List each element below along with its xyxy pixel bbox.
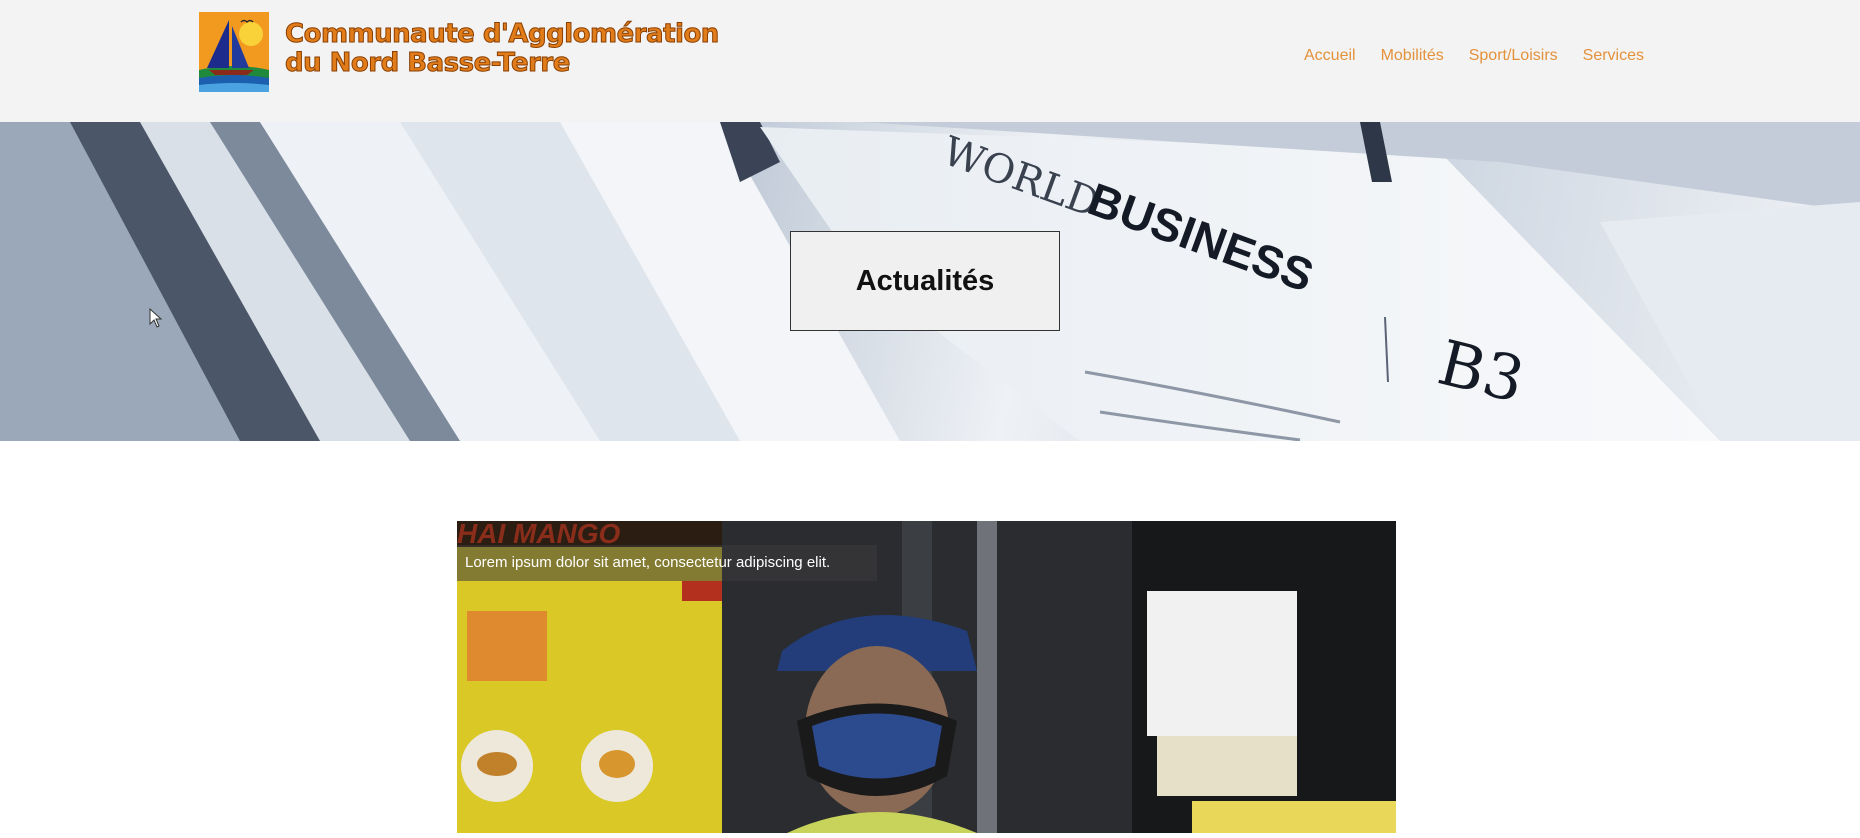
- nav-services[interactable]: Services: [1583, 47, 1644, 65]
- nav-accueil[interactable]: Accueil: [1304, 47, 1356, 65]
- site-header: Communaute d'Agglomération du Nord Basse…: [0, 0, 1860, 122]
- logo-line-2: du Nord Basse-Terre: [285, 48, 571, 78]
- logo-line-1: Communaute d'Agglomération: [285, 19, 720, 49]
- main-nav: Accueil Mobilités Sport/Loisirs Services: [1304, 47, 1644, 65]
- news-card-caption[interactable]: Lorem ipsum dolor sit amet, consectetur …: [457, 545, 877, 581]
- hero-banner: WORLD BUSINESS B3 Actualités: [0, 122, 1860, 441]
- news-card[interactable]: HAI MANGO Lorem ipsum dolor sit amet, co…: [457, 521, 1396, 833]
- logo-text[interactable]: Communaute d'Agglomération du Nord Basse…: [285, 19, 720, 78]
- hero-title-box: Actualités: [790, 231, 1060, 331]
- mouse-cursor-icon: [149, 308, 163, 328]
- page-title: Actualités: [855, 264, 995, 297]
- nav-mobilites[interactable]: Mobilités: [1381, 47, 1444, 65]
- logo-sailboat-icon[interactable]: [199, 12, 269, 92]
- nav-sport-loisirs[interactable]: Sport/Loisirs: [1469, 47, 1558, 65]
